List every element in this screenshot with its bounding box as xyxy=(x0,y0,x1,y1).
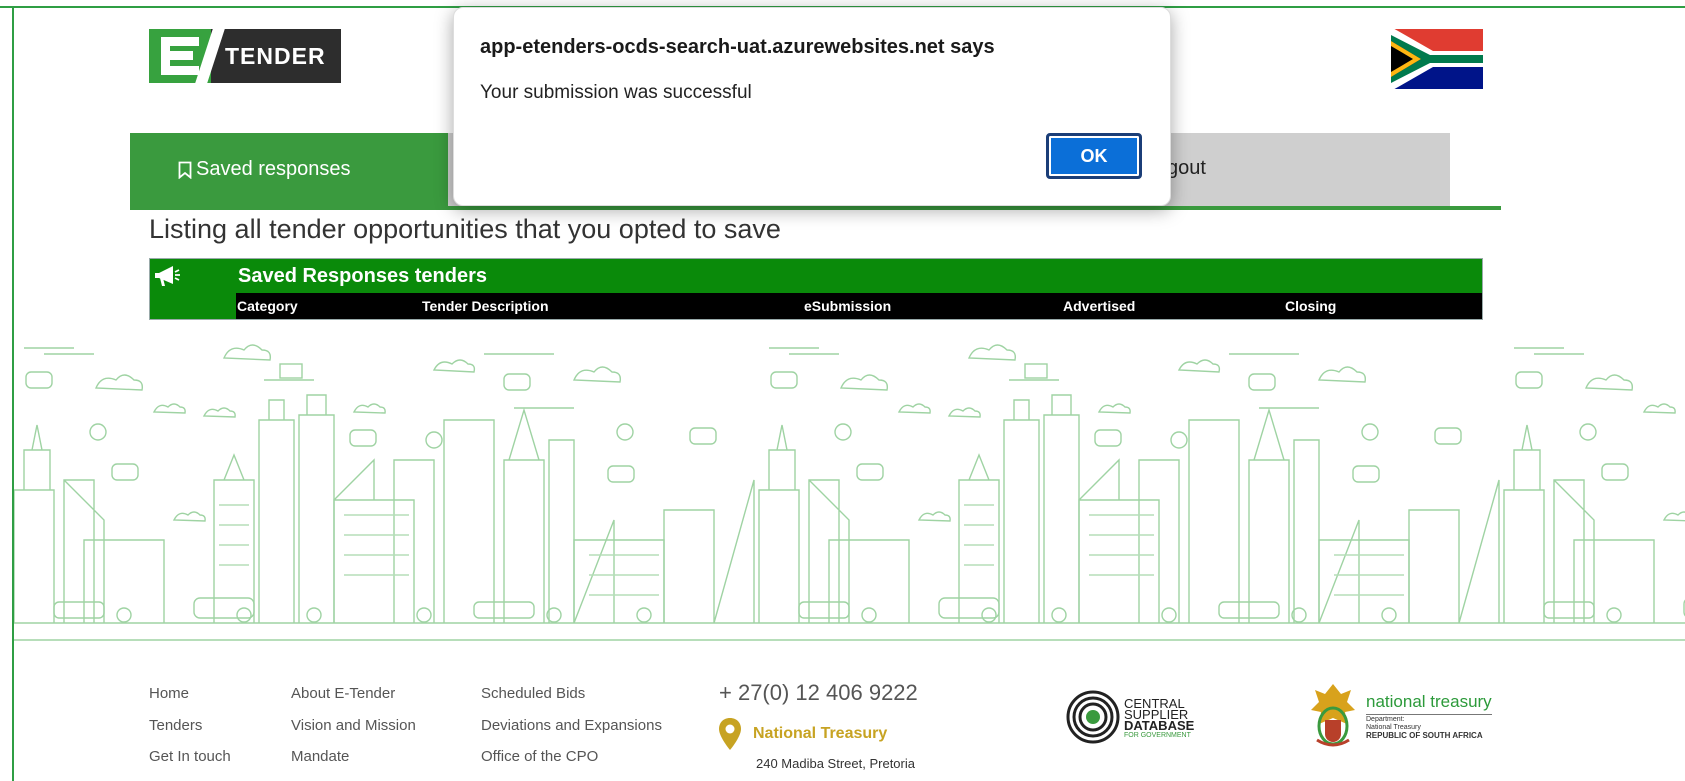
alert-dialog: app-etenders-ocds-search-uat.azurewebsit… xyxy=(453,7,1171,206)
page-frame-left xyxy=(12,6,14,781)
csd-circle-icon xyxy=(1066,690,1120,744)
dialog-message: Your submission was successful xyxy=(480,82,752,103)
bookmark-icon[interactable] xyxy=(1524,298,1537,314)
logo-text: TENDER xyxy=(211,29,341,83)
table-title: Saved Responses tenders xyxy=(238,265,487,287)
nav-logout[interactable]: gout xyxy=(1167,157,1206,180)
treasury-sub1: Department: xyxy=(1366,716,1405,723)
treasury-name: national treasury xyxy=(1366,692,1492,715)
csd-line2: DATABASE xyxy=(1124,718,1195,733)
footer-link-mandate[interactable]: Mandate xyxy=(291,748,349,765)
footer-link-scheduled-bids[interactable]: Scheduled Bids xyxy=(481,685,585,702)
footer-link-home[interactable]: Home xyxy=(149,685,189,702)
col-category[interactable]: Category xyxy=(237,298,298,314)
national-treasury-link[interactable]: National Treasury xyxy=(753,725,887,743)
contact-phone: + 27(0) 12 406 9222 xyxy=(719,680,918,705)
megaphone-icon xyxy=(155,266,180,286)
csd-line1: CENTRAL SUPPLIER xyxy=(1124,696,1189,722)
bookmark-icon xyxy=(178,161,192,179)
saved-tenders-table: Saved Responses tenders Category Tender … xyxy=(149,258,1536,320)
footer-link-deviations[interactable]: Deviations and Expansions xyxy=(481,717,662,734)
city-skyline-illustration xyxy=(14,340,1685,641)
etender-logo[interactable]: TENDER xyxy=(149,29,341,83)
table-header-row: Category Tender Description eSubmission … xyxy=(236,293,1536,319)
footer-link-about[interactable]: About E-Tender xyxy=(291,685,395,702)
national-treasury-logo[interactable]: national treasury Department: National T… xyxy=(1307,678,1497,748)
col-advertised[interactable]: Advertised xyxy=(1063,298,1135,314)
csd-logo[interactable]: CENTRAL SUPPLIER DATABASE FOR GOVERNMENT xyxy=(1066,690,1236,744)
contact-address: 240 Madiba Street, Pretoria xyxy=(756,756,915,771)
south-africa-flag-icon xyxy=(1391,29,1483,89)
nav-saved-responses-label: Saved responses xyxy=(196,158,351,180)
treasury-sub3: REPUBLIC OF SOUTH AFRICA xyxy=(1366,731,1483,740)
col-tender-description[interactable]: Tender Description xyxy=(422,298,549,314)
csd-line3: FOR GOVERNMENT xyxy=(1124,732,1191,739)
listing-heading: Listing all tender opportunities that yo… xyxy=(149,214,781,244)
footer-link-vision-mission[interactable]: Vision and Mission xyxy=(291,717,416,734)
nav-saved-responses[interactable]: Saved responses xyxy=(130,133,448,206)
col-closing[interactable]: Closing xyxy=(1285,298,1336,314)
footer-link-get-in-touch[interactable]: Get In touch xyxy=(149,748,231,765)
footer-link-tenders[interactable]: Tenders xyxy=(149,717,202,734)
location-pin-icon xyxy=(719,718,741,750)
ok-button[interactable]: OK xyxy=(1046,133,1142,179)
nav-underline xyxy=(130,206,1501,210)
col-esubmission[interactable]: eSubmission xyxy=(804,298,891,314)
coat-of-arms-icon xyxy=(1311,684,1355,747)
footer-link-office-cpo[interactable]: Office of the CPO xyxy=(481,748,598,765)
dialog-title: app-etenders-ocds-search-uat.azurewebsit… xyxy=(480,36,995,58)
